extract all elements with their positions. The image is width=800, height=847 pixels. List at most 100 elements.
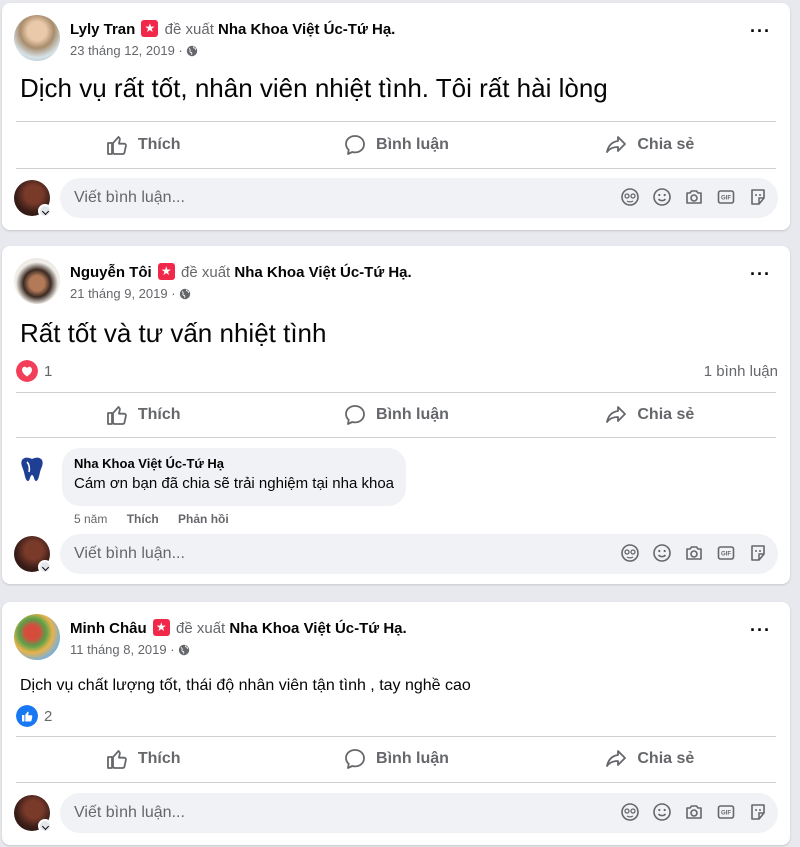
post-text: Dịch vụ chất lượng tốt, thái độ nhân viê… <box>20 677 471 694</box>
sticker-icon[interactable] <box>748 187 768 207</box>
action-bar: Thích Bình luận Chia sẻ <box>16 395 776 435</box>
author-line: Nguyễn Tôi đề xuất Nha Khoa Việt Úc-Tứ H… <box>70 263 412 281</box>
author-avatar[interactable] <box>14 614 60 660</box>
like-reaction-icon[interactable] <box>16 705 38 727</box>
like-button[interactable]: Thích <box>16 125 269 165</box>
more-options-icon[interactable]: ··· <box>750 621 770 644</box>
recommend-verb: đề xuất <box>164 21 214 38</box>
like-button[interactable]: Thích <box>16 739 269 779</box>
thumbs-up-icon <box>105 133 129 157</box>
thumbs-up-icon <box>105 403 129 427</box>
reaction-summary: 1 1 bình luận <box>16 360 778 384</box>
share-arrow-icon <box>604 403 628 427</box>
recommend-verb: đề xuất <box>181 264 231 281</box>
comment-input[interactable]: Viết bình luận... <box>60 793 778 833</box>
page-name[interactable]: Nha Khoa Việt Úc-Tứ Hạ. <box>234 264 411 281</box>
sticker-icon[interactable] <box>748 802 768 822</box>
like-label: Thích <box>137 750 181 767</box>
comment-button[interactable]: Bình luận <box>269 739 522 779</box>
more-options-icon[interactable]: ··· <box>750 265 770 288</box>
share-button[interactable]: Chia sẻ <box>523 739 776 779</box>
recommend-badge-icon <box>141 20 159 37</box>
globe-icon <box>179 288 191 300</box>
comment-button[interactable]: Bình luận <box>269 125 522 165</box>
avatar-sticker-icon[interactable] <box>620 187 640 207</box>
reaction-summary: 2 <box>16 705 778 729</box>
emoji-icon[interactable] <box>652 543 672 563</box>
divider <box>16 437 776 438</box>
chevron-down-icon[interactable] <box>38 560 52 574</box>
comment-input[interactable]: Viết bình luận... <box>60 534 778 574</box>
reaction-count[interactable]: 1 <box>44 363 52 380</box>
post-card: Lyly Tran đề xuất Nha Khoa Việt Úc-Tứ Hạ… <box>2 3 790 230</box>
reply-respond-button[interactable]: Phản hồi <box>178 512 229 526</box>
chevron-down-icon[interactable] <box>38 819 52 833</box>
author-avatar[interactable] <box>14 258 60 304</box>
like-label: Thích <box>137 136 181 153</box>
more-options-icon[interactable]: ··· <box>750 22 770 45</box>
divider <box>16 392 776 393</box>
comment-bubble-icon <box>343 747 367 771</box>
reply-like-button[interactable]: Thích <box>127 512 159 526</box>
post-header: Lyly Tran đề xuất Nha Khoa Việt Úc-Tứ Hạ… <box>14 15 778 63</box>
gif-icon[interactable] <box>716 543 736 563</box>
share-arrow-icon <box>604 133 628 157</box>
comment-count[interactable]: 1 bình luận <box>704 363 778 380</box>
comment-button[interactable]: Bình luận <box>269 395 522 435</box>
action-bar: Thích Bình luận Chia sẻ <box>16 739 776 779</box>
author-name[interactable]: Nguyễn Tôi <box>70 264 152 281</box>
tooth-logo-icon[interactable] <box>14 450 50 486</box>
emoji-icon[interactable] <box>652 802 672 822</box>
composer-icons <box>620 543 768 563</box>
share-button[interactable]: Chia sẻ <box>523 125 776 165</box>
camera-icon[interactable] <box>684 802 704 822</box>
reply-bubble: Nha Khoa Việt Úc-Tứ Hạ Cám ơn bạn đã chi… <box>62 448 407 506</box>
author-name[interactable]: Lyly Tran <box>70 21 135 38</box>
page-reply-comment: Nha Khoa Việt Úc-Tứ Hạ Cám ơn bạn đã chi… <box>14 448 778 532</box>
author-line: Minh Châu đề xuất Nha Khoa Việt Úc-Tứ Hạ… <box>70 619 407 637</box>
post-header: Minh Châu đề xuất Nha Khoa Việt Úc-Tứ Hạ… <box>14 614 778 662</box>
post-card: Minh Châu đề xuất Nha Khoa Việt Úc-Tứ Hạ… <box>2 602 790 845</box>
post-date[interactable]: 11 tháng 8, 2019 · <box>70 642 175 657</box>
sticker-icon[interactable] <box>748 543 768 563</box>
page-name[interactable]: Nha Khoa Việt Úc-Tứ Hạ. <box>229 620 406 637</box>
reaction-count[interactable]: 2 <box>44 708 52 725</box>
globe-icon <box>186 45 198 57</box>
avatar-sticker-icon[interactable] <box>620 543 640 563</box>
reply-age[interactable]: 5 năm <box>74 512 107 526</box>
camera-icon[interactable] <box>684 187 704 207</box>
comment-bubble-icon <box>343 133 367 157</box>
post-date-line: 21 tháng 9, 2019 · <box>70 286 191 301</box>
comment-label: Bình luận <box>376 136 449 153</box>
divider <box>16 168 776 169</box>
divider <box>16 736 776 737</box>
author-name[interactable]: Minh Châu <box>70 620 147 637</box>
comment-composer: Viết bình luận... <box>14 178 778 218</box>
composer-icons <box>620 187 768 207</box>
emoji-icon[interactable] <box>652 187 672 207</box>
page-name[interactable]: Nha Khoa Việt Úc-Tứ Hạ. <box>218 21 395 38</box>
thumbs-up-icon <box>105 747 129 771</box>
post-text: Dịch vụ rất tốt, nhân viên nhiệt tình. T… <box>20 73 608 103</box>
gif-icon[interactable] <box>716 187 736 207</box>
avatar-sticker-icon[interactable] <box>620 802 640 822</box>
like-button[interactable]: Thích <box>16 395 269 435</box>
comment-input[interactable]: Viết bình luận... <box>60 178 778 218</box>
gif-icon[interactable] <box>716 802 736 822</box>
comment-placeholder: Viết bình luận... <box>74 189 185 206</box>
author-avatar[interactable] <box>14 15 60 61</box>
reply-author[interactable]: Nha Khoa Việt Úc-Tứ Hạ <box>74 456 394 471</box>
post-date-line: 11 tháng 8, 2019 · <box>70 642 190 657</box>
post-date[interactable]: 23 tháng 12, 2019 · <box>70 43 183 58</box>
comment-label: Bình luận <box>376 750 449 767</box>
post-date[interactable]: 21 tháng 9, 2019 · <box>70 286 176 301</box>
comment-placeholder: Viết bình luận... <box>74 804 185 821</box>
chevron-down-icon[interactable] <box>38 204 52 218</box>
comment-composer: Viết bình luận... <box>14 534 778 574</box>
composer-icons <box>620 802 768 822</box>
post-card: Nguyễn Tôi đề xuất Nha Khoa Việt Úc-Tứ H… <box>2 246 790 584</box>
love-reaction-icon[interactable] <box>16 360 38 382</box>
share-button[interactable]: Chia sẻ <box>523 395 776 435</box>
comment-placeholder: Viết bình luận... <box>74 545 185 562</box>
camera-icon[interactable] <box>684 543 704 563</box>
